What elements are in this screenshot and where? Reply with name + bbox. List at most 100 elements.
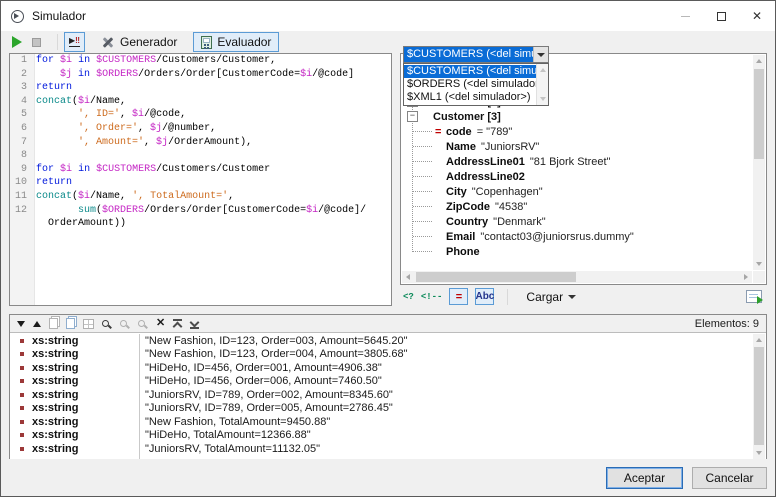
tree-row[interactable]: Country"Denmark"	[402, 214, 752, 229]
code-line[interactable]: 3return	[10, 81, 391, 95]
column-divider	[139, 334, 140, 459]
result-type: xs:string	[32, 416, 78, 428]
tree-row[interactable]: Name"JuniorsRV"	[402, 139, 752, 154]
variable-option[interactable]: $XML1 (<del simulador>)	[404, 91, 536, 104]
copy-all-icon[interactable]	[66, 318, 75, 329]
result-row[interactable]: xs:string"JuniorsRV, ID=789, Order=005, …	[11, 402, 752, 416]
load-label: Cargar	[526, 290, 563, 304]
combobox-dropdown-button[interactable]	[533, 47, 548, 62]
result-value: "HiDeHo, ID=456, Order=006, Amount=7460.…	[139, 375, 382, 387]
chevron-down-icon	[537, 53, 545, 57]
code-line[interactable]: 8	[10, 149, 391, 163]
tree-connector	[413, 221, 432, 222]
result-row[interactable]: xs:string"HiDeHo, TotalAmount=12366.88"	[11, 429, 752, 443]
send-to-editor-button[interactable]	[746, 290, 762, 303]
tree-row[interactable]: −Customer [3]	[402, 109, 752, 124]
attributes-toggle[interactable]: =	[449, 288, 468, 305]
tree-row[interactable]: AddressLine01"81 Bjork Street"	[402, 154, 752, 169]
toolbar-separator	[57, 34, 58, 50]
line-number: 5	[10, 108, 31, 122]
code-line[interactable]: 7 ', Amount=', $j/OrderAmount),	[10, 136, 391, 150]
code-line[interactable]: 5 ', ID=', $i/@code,	[10, 108, 391, 122]
run-button[interactable]	[12, 36, 22, 48]
tree-row[interactable]: Email"contact03@juniorsrus.dummy"	[402, 229, 752, 244]
clear-results-icon[interactable]: ✕	[156, 318, 165, 329]
code-line[interactable]: 11concat($i/Name, ', TotalAmount=',	[10, 190, 391, 204]
scroll-up-icon[interactable]	[756, 59, 762, 63]
copy-icon[interactable]	[49, 318, 58, 329]
evaluator-button[interactable]: Evaluador	[193, 32, 279, 52]
code-line[interactable]: 12 sum($ORDERS/Orders/Order[CustomerCode…	[10, 204, 391, 218]
result-bullet-icon	[20, 339, 24, 343]
result-row[interactable]: xs:string"JuniorsRV, TotalAmount=11132.0…	[11, 442, 752, 456]
results-count: Elementos: 9	[695, 318, 759, 330]
code-line[interactable]: 1for $i in $CUSTOMERS/Customers/Customer…	[10, 54, 391, 68]
variable-option[interactable]: $ORDERS (<del simulador>)	[404, 78, 536, 91]
result-row[interactable]: xs:string"JuniorsRV, ID=789, Order=002, …	[11, 388, 752, 402]
scrollbar-thumb[interactable]	[416, 272, 576, 282]
result-row[interactable]: xs:string"HiDeHo, ID=456, Order=006, Amo…	[11, 375, 752, 389]
comments-toggle[interactable]: <!--	[421, 292, 443, 302]
result-bullet-icon	[20, 393, 24, 397]
minimize-button[interactable]	[667, 1, 703, 31]
scroll-up-icon[interactable]	[540, 68, 546, 72]
tree-node-label: AddressLine02	[446, 171, 525, 183]
line-number: 6	[10, 122, 31, 136]
xquery-editor[interactable]: 1for $i in $CUSTOMERS/Customers/Customer…	[9, 53, 392, 306]
result-row[interactable]: xs:string"HiDeHo, ID=456, Order=001, Amo…	[11, 361, 752, 375]
scrollbar-thumb[interactable]	[754, 69, 764, 159]
tree-horizontal-scrollbar[interactable]	[402, 271, 752, 283]
code-lines: 1for $i in $CUSTOMERS/Customers/Customer…	[10, 54, 391, 231]
code-line[interactable]: 6 ', Order=', $j/@number,	[10, 122, 391, 136]
tree-row[interactable]: =code= "789"	[402, 124, 752, 139]
search-icon[interactable]	[102, 320, 109, 327]
accept-button[interactable]: Aceptar	[606, 467, 683, 489]
variables-combobox[interactable]: $CUSTOMERS (<del simulador>	[403, 46, 549, 63]
results-vertical-scrollbar[interactable]	[753, 334, 765, 459]
load-button[interactable]: Cargar	[521, 290, 581, 304]
search-previous-icon[interactable]	[120, 320, 127, 327]
dropdown-scrollbar[interactable]	[536, 64, 548, 105]
generator-button[interactable]: Generador	[93, 32, 185, 52]
dropdown-items: $CUSTOMERS (<del simulador>)$ORDERS (<de…	[404, 65, 548, 104]
scrollbar-thumb[interactable]	[754, 347, 764, 445]
result-row[interactable]: xs:string"New Fashion, ID=123, Order=004…	[11, 348, 752, 362]
text-toggle[interactable]: Abc	[475, 288, 494, 305]
tree-row[interactable]: Phone	[402, 244, 752, 259]
scroll-top-icon[interactable]	[173, 319, 182, 329]
scroll-down-icon[interactable]	[756, 451, 762, 455]
variable-option[interactable]: $CUSTOMERS (<del simulador>)	[404, 65, 536, 78]
code-line[interactable]: 4concat($i/Name,	[10, 95, 391, 109]
tree-row[interactable]: City"Copenhagen"	[402, 184, 752, 199]
results-list: xs:string"New Fashion, ID=123, Order=003…	[11, 334, 752, 459]
scroll-down-icon[interactable]	[756, 262, 762, 266]
previous-result-icon[interactable]	[33, 321, 41, 327]
code-line[interactable]: 10return	[10, 176, 391, 190]
auto-evaluate-toggle[interactable]: ▶ ‼	[64, 32, 85, 52]
code-line[interactable]: 9for $i in $CUSTOMERS/Customers/Customer	[10, 163, 391, 177]
scroll-up-icon[interactable]	[756, 338, 762, 342]
collapse-icon[interactable]: −	[407, 111, 418, 122]
code-line[interactable]: 2 $j in $ORDERS/Orders/Order[CustomerCod…	[10, 68, 391, 82]
next-result-icon[interactable]	[17, 321, 25, 327]
result-value: "JuniorsRV, ID=789, Order=002, Amount=83…	[139, 389, 393, 401]
search-next-icon[interactable]	[138, 320, 145, 327]
table-view-icon[interactable]	[83, 319, 94, 329]
scroll-down-icon[interactable]	[540, 97, 546, 101]
maximize-button[interactable]	[703, 1, 739, 31]
stop-button[interactable]	[32, 38, 41, 47]
result-row[interactable]: xs:string"New Fashion, ID=123, Order=003…	[11, 334, 752, 348]
scroll-bottom-icon[interactable]	[190, 319, 199, 329]
tree-vertical-scrollbar[interactable]	[753, 55, 765, 270]
auto-evaluate-icon: ▶ ‼	[69, 37, 80, 47]
scroll-right-icon[interactable]	[744, 274, 748, 280]
tree-row[interactable]: AddressLine02	[402, 169, 752, 184]
result-row[interactable]: xs:string"New Fashion, TotalAmount=9450.…	[11, 415, 752, 429]
cancel-button[interactable]: Cancelar	[692, 467, 767, 489]
code-line[interactable]: OrderAmount))	[10, 217, 391, 231]
scroll-left-icon[interactable]	[406, 274, 410, 280]
xml-declaration-toggle[interactable]: <?	[403, 292, 414, 302]
result-value: "HiDeHo, TotalAmount=12366.88"	[139, 429, 311, 441]
close-button[interactable]: ✕	[739, 1, 775, 31]
tree-row[interactable]: ZipCode"4538"	[402, 199, 752, 214]
